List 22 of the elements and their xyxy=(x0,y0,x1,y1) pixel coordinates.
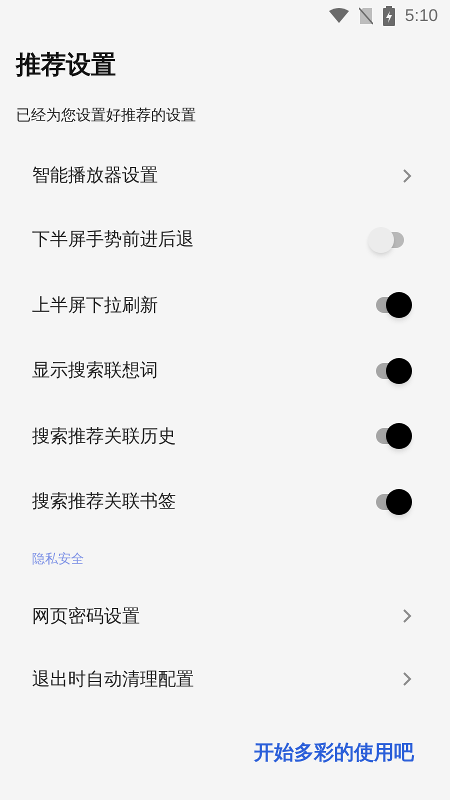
page-subtitle: 已经为您设置好推荐的设置 xyxy=(15,104,197,126)
setting-label: 网页密码设置 xyxy=(32,604,140,628)
no-sim-icon xyxy=(358,7,373,25)
wifi-icon xyxy=(328,8,349,24)
setting-label: 搜索推荐关联书签 xyxy=(32,490,176,514)
start-button[interactable]: 开始多彩的使用吧 xyxy=(254,736,414,766)
setting-label: 智能播放器设置 xyxy=(32,164,158,188)
setting-label: 上半屏下拉刷新 xyxy=(32,294,158,318)
setting-label: 下半屏手势前进后退 xyxy=(32,228,194,252)
chevron-right-icon xyxy=(403,609,412,623)
setting-label: 退出时自动清理配置 xyxy=(32,668,194,692)
setting-label: 搜索推荐关联历史 xyxy=(32,424,176,449)
settings-row[interactable]: 智能播放器设置 xyxy=(0,144,450,207)
setting-label: 显示搜索联想词 xyxy=(32,359,158,384)
page-title: 推荐设置 xyxy=(14,49,117,81)
chevron-right-icon xyxy=(403,168,412,182)
settings-row[interactable]: 网页密码设置 xyxy=(0,584,450,648)
chevron-right-icon xyxy=(403,672,412,686)
status-time: 5:10 xyxy=(404,5,438,28)
section-header: 隐私安全 xyxy=(32,550,84,569)
settings-row[interactable]: 退出时自动清理配置 xyxy=(0,648,450,710)
battery-charging-icon xyxy=(382,6,395,26)
